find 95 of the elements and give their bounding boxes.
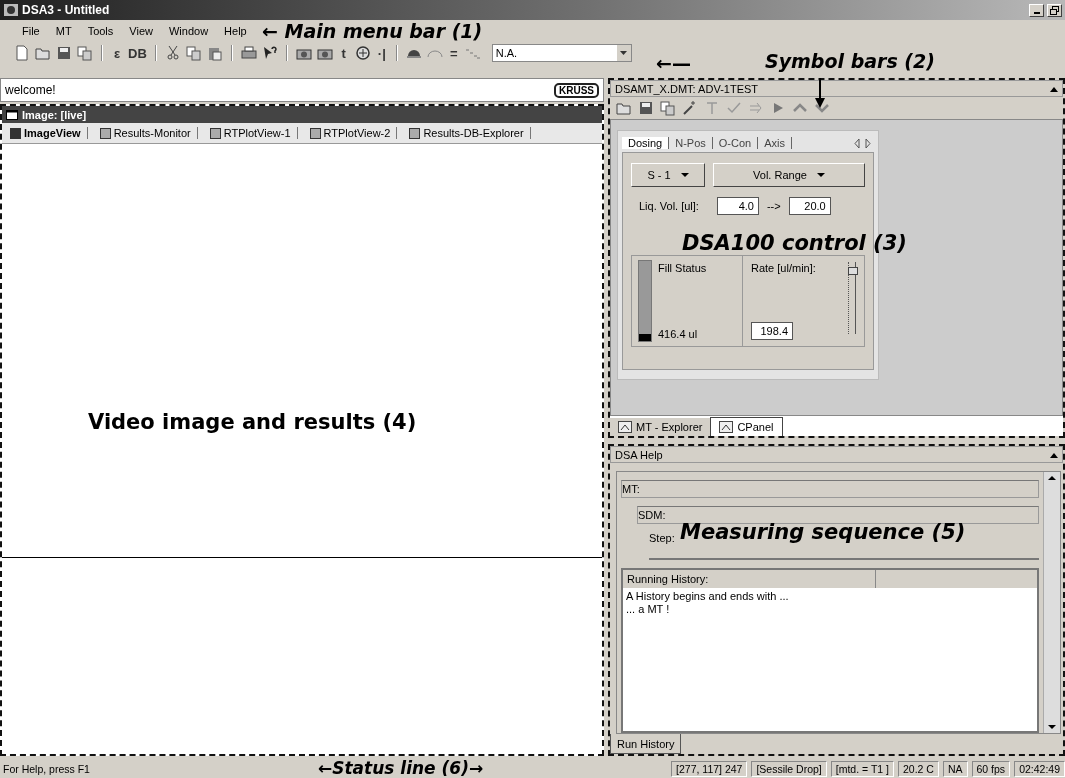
- menu-item[interactable]: Tools: [79, 25, 122, 37]
- fill-reading: 416.4 ul: [658, 328, 699, 340]
- toolbar-symbol[interactable]: ·|: [375, 45, 388, 61]
- annotation-arrow: [814, 78, 826, 108]
- tab-icon: [10, 127, 21, 139]
- toolbar-symbol[interactable]: DB: [128, 45, 147, 61]
- scrollbar[interactable]: [1043, 472, 1060, 733]
- menu-item[interactable]: File: [14, 25, 48, 37]
- panel-tab[interactable]: Axis: [758, 137, 792, 149]
- clipboard-icon[interactable]: [206, 45, 223, 61]
- status-field: NA: [942, 761, 968, 777]
- app-icon: [3, 2, 19, 18]
- menu-item[interactable]: Window: [160, 25, 217, 37]
- minimize-button[interactable]: [1029, 3, 1044, 17]
- wand-icon[interactable]: [682, 100, 698, 116]
- annotation: ←Status line (6)→: [318, 758, 484, 778]
- status-help: For Help, press F1: [3, 763, 90, 775]
- collapse-icon[interactable]: [1050, 451, 1058, 458]
- range-dropdown[interactable]: Vol. Range: [713, 163, 865, 187]
- toolbar-symbol[interactable]: =: [447, 45, 460, 61]
- tab-icon: [99, 127, 111, 139]
- restore-icon: [1050, 5, 1059, 15]
- view-tab[interactable]: Results-Monitor: [97, 127, 198, 139]
- caret-icon: [680, 173, 689, 177]
- status-field: 60 fps: [971, 761, 1011, 777]
- history-line: A History begins and ends with ...: [626, 590, 790, 602]
- dropdown-arrow-icon: [620, 51, 628, 55]
- annotation: ← Main menu bar (1): [262, 20, 483, 42]
- toolbar-symbol[interactable]: ε: [111, 45, 123, 61]
- printer-icon[interactable]: [240, 45, 257, 61]
- status-field: [mtd. = T1 ]: [830, 761, 894, 777]
- restore-button[interactable]: [1047, 3, 1062, 17]
- folder-icon[interactable]: [35, 45, 51, 61]
- mode-dropdown[interactable]: N.A.: [491, 44, 632, 62]
- status-field: 02:42:49: [1014, 761, 1065, 777]
- rate-slider[interactable]: [848, 262, 856, 334]
- view-tab[interactable]: ImageView: [8, 127, 88, 139]
- rate-field[interactable]: 198.4: [751, 322, 793, 340]
- panel-title: DSAMT_X.DMT: ADV-1TEST: [615, 82, 759, 95]
- history-line: ... a MT !: [626, 603, 671, 615]
- tab-scroll-icon[interactable]: [854, 138, 874, 148]
- arrow-text: -->: [766, 200, 781, 212]
- toolbar-symbol[interactable]: t: [337, 45, 350, 61]
- column-header: Running History:: [623, 570, 876, 588]
- folder-icon[interactable]: [616, 100, 632, 116]
- copy-icon[interactable]: [185, 45, 202, 61]
- crosshair-icon[interactable]: [354, 45, 371, 61]
- slider-thumb[interactable]: [848, 267, 858, 276]
- view-tab[interactable]: Results-DB-Explorer: [407, 127, 531, 139]
- run-history-tab[interactable]: Run History: [610, 734, 682, 754]
- panel-tab[interactable]: N-Pos: [669, 137, 713, 149]
- view-tab[interactable]: RTPlotView-1: [207, 127, 298, 139]
- status-field: [Sessile Drop]: [751, 761, 827, 777]
- tab-icon: [409, 127, 421, 139]
- caret-icon: [816, 173, 825, 177]
- fill-label: Fill Status: [658, 262, 708, 274]
- window-title: DSA3 - Untitled: [22, 3, 110, 17]
- copy-icon[interactable]: [77, 45, 93, 61]
- file-icon[interactable]: [14, 45, 30, 61]
- tab-icon: [618, 421, 632, 433]
- scissors-icon[interactable]: [164, 45, 181, 61]
- field-label: Liq. Vol. [ul]:: [639, 200, 699, 212]
- menu-item[interactable]: MT: [47, 25, 80, 37]
- panel-tab[interactable]: O-Con: [712, 137, 759, 149]
- input-field[interactable]: 4.0: [716, 197, 759, 215]
- menu-item[interactable]: Help: [216, 25, 255, 37]
- annotation: Video image and results (4): [88, 410, 417, 434]
- rate-label: Rate [ul/min]:: [751, 262, 817, 274]
- check-icon[interactable]: [726, 100, 742, 116]
- tab-icon: [309, 127, 321, 139]
- help-pointer-icon[interactable]: [261, 45, 278, 61]
- panel-tab[interactable]: CPanel: [710, 417, 783, 436]
- menu-item[interactable]: View: [121, 25, 161, 37]
- panel-title: DSA Help: [615, 448, 663, 461]
- annotation: Symbol bars (2): [765, 50, 935, 72]
- annotation-arrow: ←—: [656, 52, 691, 74]
- annotation: DSA100 control (3): [682, 231, 907, 255]
- welcome-text: welcome!: [5, 83, 56, 97]
- status-field: [277, 117] 247: [671, 761, 748, 777]
- input-field[interactable]: 20.0: [788, 197, 831, 215]
- tab-icon: [209, 127, 221, 139]
- view-tab[interactable]: RTPlotView-2: [307, 127, 398, 139]
- window-icon: [6, 109, 18, 120]
- sdm-field: SDM:: [637, 506, 1039, 524]
- step-label: Step:: [649, 532, 675, 544]
- image-window-title: Image: [live]: [22, 108, 87, 121]
- syringe-dropdown[interactable]: S - 1: [631, 163, 705, 187]
- mt-field: MT:: [621, 480, 1039, 498]
- logo: KRÜSS: [554, 82, 599, 98]
- collapse-icon[interactable]: [1050, 85, 1058, 92]
- tab-icon: [719, 421, 734, 433]
- copy-icon[interactable]: [660, 100, 676, 116]
- status-field: 20.2 C: [898, 761, 939, 777]
- panel-tab[interactable]: MT - Explorer: [610, 418, 711, 436]
- panel-tab[interactable]: Dosing: [622, 137, 670, 149]
